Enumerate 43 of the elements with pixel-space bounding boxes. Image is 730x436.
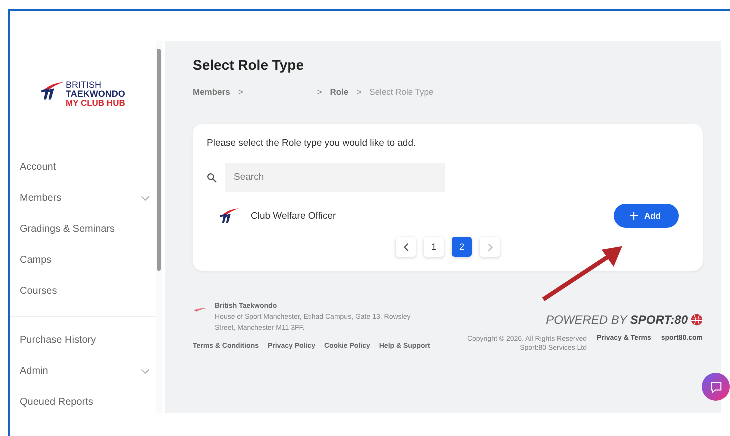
plus-icon xyxy=(630,212,638,220)
small-logo-icon xyxy=(193,307,207,314)
page-button[interactable]: 1 xyxy=(424,237,444,257)
chevron-right-icon xyxy=(486,242,494,252)
breadcrumb-link[interactable]: Members xyxy=(193,87,230,97)
logo-text: BRITISH xyxy=(66,81,103,90)
logo-text: TAEKWONDO xyxy=(66,90,126,99)
brand-name: SPORT:80 xyxy=(630,313,688,327)
breadcrumb-link[interactable]: Role xyxy=(330,87,349,97)
search-field[interactable]: Search xyxy=(225,163,445,192)
powered-by-text: POWERED BY xyxy=(546,313,628,327)
chevron-left-icon xyxy=(402,242,410,252)
sidebar-item[interactable]: Courses xyxy=(10,276,156,307)
taekwondo-logo-icon xyxy=(40,80,64,102)
chevron-down-icon xyxy=(141,196,150,202)
sidebar-item[interactable]: Members xyxy=(10,183,156,214)
sidebar-item[interactable]: Admin xyxy=(10,356,156,387)
taekwondo-logo-icon xyxy=(219,207,239,225)
previous-page-button[interactable] xyxy=(396,237,416,257)
help-chat-button[interactable] xyxy=(702,373,730,401)
page-button[interactable]: 2 xyxy=(452,237,472,257)
scrollbar-thumb[interactable] xyxy=(157,49,161,271)
breadcrumb-separator: > xyxy=(238,87,244,97)
sidebar-item[interactable]: Purchase History xyxy=(10,325,156,356)
sidebar-item[interactable]: Queued Reports xyxy=(10,387,156,418)
sidebar-item[interactable]: Account xyxy=(10,152,156,183)
breadcrumb-separator: > xyxy=(317,87,322,97)
sidebar-item[interactable]: Camps xyxy=(10,245,156,276)
sidebar-item[interactable]: Gradings & Seminars xyxy=(10,214,156,245)
club-logo[interactable]: BRITISH TAEKWONDO MY CLUB HUB xyxy=(10,81,156,108)
ball-icon xyxy=(691,314,703,326)
scrollbar[interactable] xyxy=(156,41,162,413)
breadcrumb-current: Select Role Type xyxy=(370,87,434,97)
search-icon xyxy=(207,172,217,182)
logo-subtitle: MY CLUB HUB xyxy=(66,99,126,108)
breadcrumb-separator: > xyxy=(356,87,362,97)
chat-bubble-icon xyxy=(710,380,722,394)
chevron-down-icon xyxy=(141,368,150,374)
page-title: Select Role Type xyxy=(193,57,306,73)
instruction-text: Please select the Role type you would like to add. xyxy=(207,138,418,149)
next-page-button[interactable] xyxy=(480,237,500,257)
add-button[interactable]: Add xyxy=(614,204,679,228)
role-name: Club Welfare Officer xyxy=(251,210,338,222)
